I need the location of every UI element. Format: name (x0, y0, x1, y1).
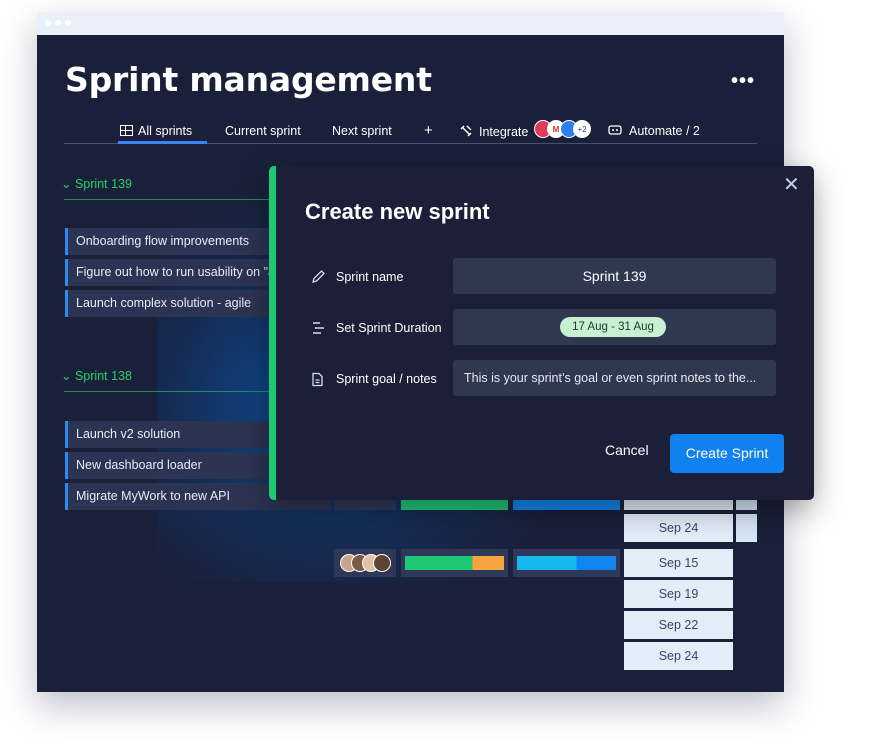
tab-next-sprint[interactable]: Next sprint (332, 124, 392, 138)
window-dot (55, 20, 61, 26)
tab-current-sprint[interactable]: Current sprint (225, 124, 301, 138)
sprint-name-label: Sprint name (336, 270, 404, 284)
cancel-button[interactable]: Cancel (605, 442, 649, 458)
chevron-down-icon: ⌄ (61, 369, 72, 383)
modal-title: Create new sprint (305, 199, 490, 224)
group-title: Sprint 139 (74, 177, 132, 191)
notes-input[interactable]: This is your sprint’s goal or even sprin… (453, 360, 776, 396)
group-divider (64, 199, 304, 200)
group-divider (64, 391, 304, 392)
duration-icon (313, 322, 324, 334)
timeline-progress-bar (517, 556, 616, 570)
page-title: Sprint management (65, 60, 432, 99)
close-icon[interactable]: ✕ (783, 175, 800, 195)
automate-button[interactable]: Automate / 2 (607, 124, 700, 138)
window-titlebar (37, 12, 784, 35)
duration-label: Set Sprint Duration (336, 321, 442, 335)
group-header-sprint-139[interactable]: ⌄ Sprint 139 (61, 176, 132, 191)
tab-label: All sprints (138, 124, 193, 138)
create-sprint-button[interactable]: Create Sprint (670, 434, 784, 473)
add-tab-button[interactable]: + (424, 122, 433, 139)
avatar (373, 554, 391, 572)
notes-label: Sprint goal / notes (336, 372, 437, 386)
integration-icons[interactable]: M +2 (534, 120, 604, 140)
automate-label: Automate / 2 (629, 124, 700, 138)
window-dot (65, 20, 71, 26)
more-horizontal-icon[interactable]: ••• (731, 70, 755, 93)
create-sprint-modal: Create new sprint ✕ Sprint name Sprint 1… (269, 166, 814, 500)
tab-all-sprints[interactable]: All sprints (120, 124, 192, 138)
people-cell[interactable] (334, 549, 396, 577)
date-range-pill[interactable]: 17 Aug - 31 Aug (560, 317, 666, 337)
date-cell[interactable]: Sep 24 (624, 642, 733, 670)
extra-cell (736, 514, 757, 542)
group-header-sprint-138[interactable]: ⌄ Sprint 138 (61, 368, 132, 383)
duration-field[interactable]: 17 Aug - 31 Aug (453, 309, 776, 345)
robot-icon (608, 125, 622, 135)
active-tab-indicator (118, 141, 207, 144)
date-cell[interactable]: Sep 15 (624, 549, 733, 577)
date-cell[interactable]: Sep 22 (624, 611, 733, 639)
more-integrations-badge: +2 (573, 120, 591, 138)
integrate-icon (460, 125, 472, 137)
table-icon (120, 125, 133, 136)
pencil-icon (312, 270, 325, 283)
timeline-cell[interactable] (513, 549, 620, 577)
integrate-button[interactable]: Integrate (459, 124, 528, 139)
chevron-down-icon: ⌄ (61, 177, 72, 191)
group-title: Sprint 138 (74, 369, 132, 383)
integrate-label: Integrate (479, 125, 529, 139)
date-cell[interactable]: Sep 24 (624, 514, 733, 542)
window-dot (45, 20, 51, 26)
modal-accent-bar (269, 166, 276, 500)
status-cell[interactable] (401, 549, 508, 577)
status-progress-bar (405, 556, 504, 570)
sprint-name-input[interactable]: Sprint 139 (453, 258, 776, 294)
date-cell[interactable]: Sep 19 (624, 580, 733, 608)
document-icon (312, 372, 323, 387)
